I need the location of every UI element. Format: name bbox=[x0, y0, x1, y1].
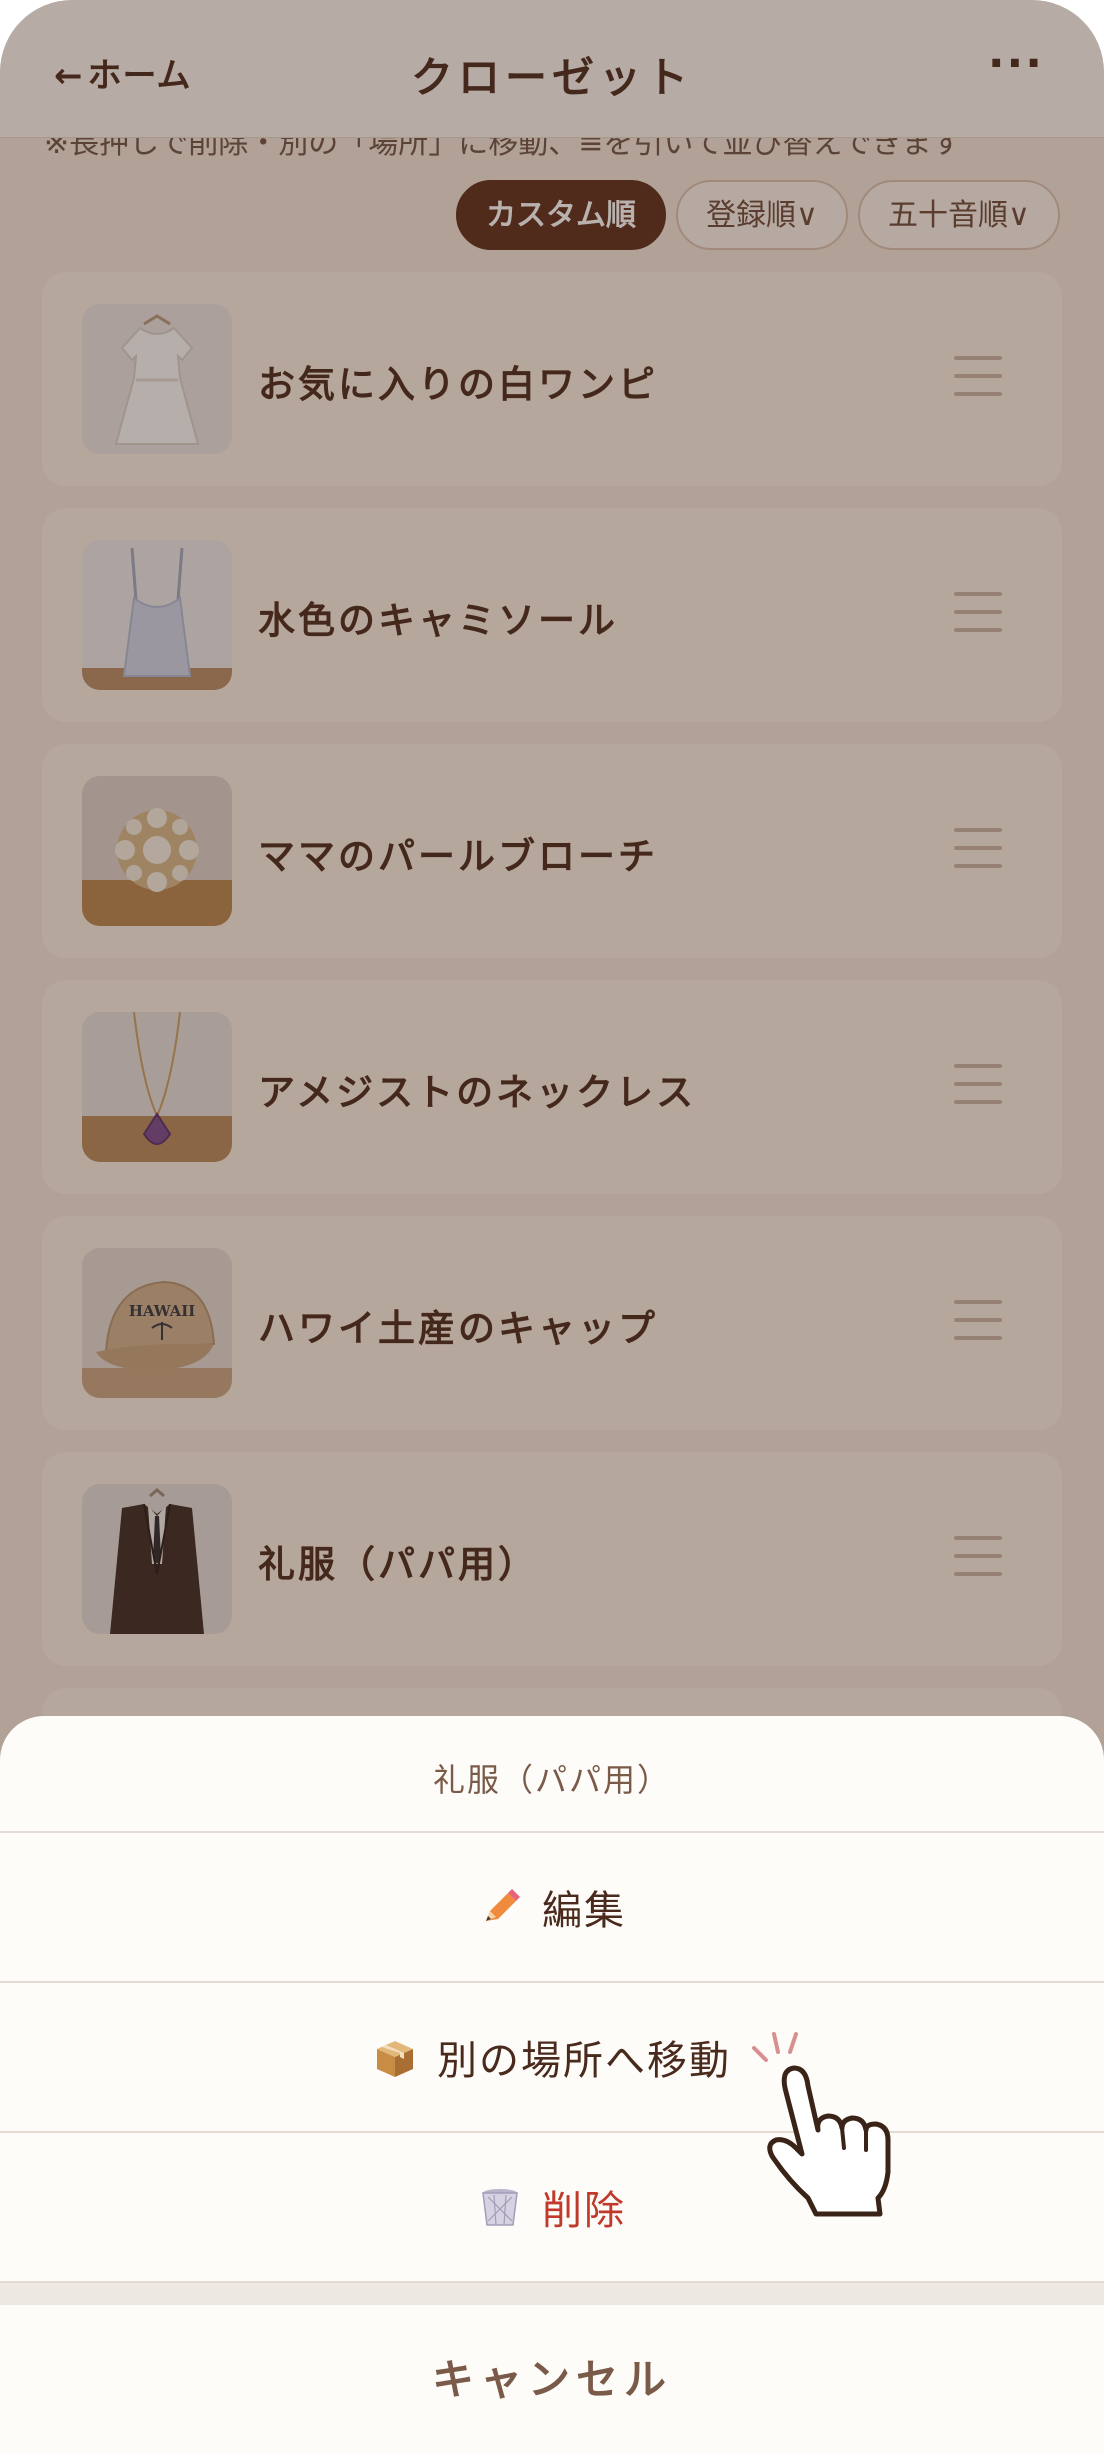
move-label: 別の場所へ移動 bbox=[437, 2038, 731, 2084]
action-sheet: 礼服（パパ用） 編集 別の場所へ移動 削除 キャンセル bbox=[0, 1716, 1104, 2454]
phone-screen: ← ホーム クローゼット ··· ※長押しで削除・別の「場所」に移動、≡を引いて並… bbox=[0, 0, 1104, 2454]
box-icon bbox=[373, 2035, 417, 2079]
cancel-button[interactable]: キャンセル bbox=[0, 2305, 1104, 2453]
sheet-divider bbox=[0, 2283, 1104, 2305]
action-sheet-title: 礼服（パパ用） bbox=[0, 1716, 1104, 1833]
delete-button[interactable]: 削除 bbox=[0, 2133, 1104, 2283]
edit-button[interactable]: 編集 bbox=[0, 1833, 1104, 1983]
pencil-icon bbox=[478, 1885, 522, 1929]
trash-icon bbox=[478, 2185, 522, 2229]
delete-label: 削除 bbox=[542, 2188, 626, 2234]
move-button[interactable]: 別の場所へ移動 bbox=[0, 1983, 1104, 2133]
pointing-hand-icon bbox=[752, 2030, 902, 2220]
edit-label: 編集 bbox=[542, 1888, 626, 1934]
